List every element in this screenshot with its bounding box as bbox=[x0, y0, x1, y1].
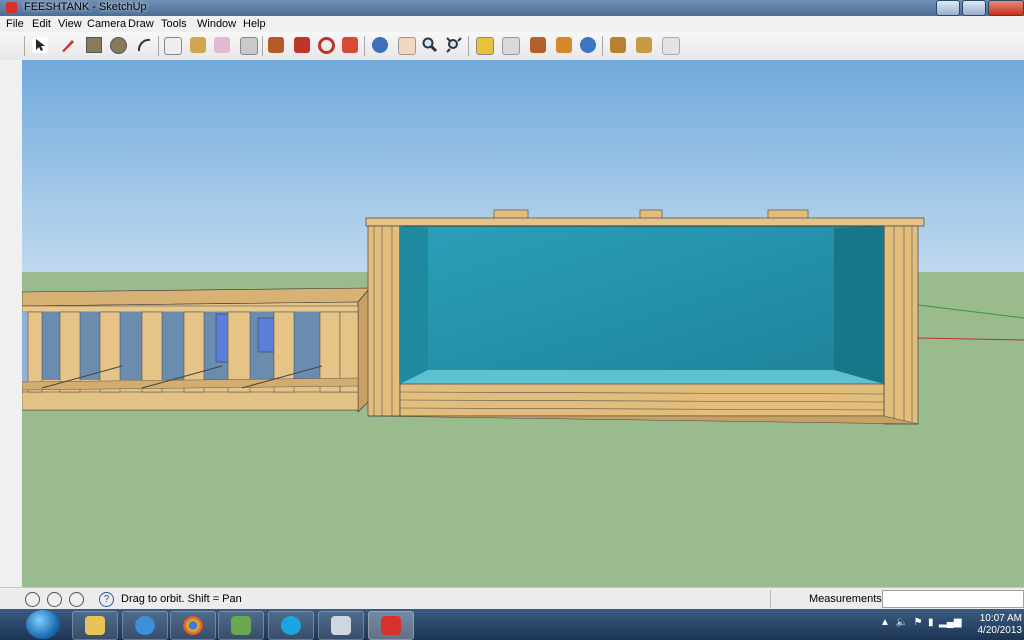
sketchup-icon[interactable] bbox=[368, 611, 414, 640]
pencil-icon[interactable] bbox=[60, 37, 76, 53]
window-controls bbox=[936, 0, 1024, 16]
paint-bucket-icon[interactable] bbox=[190, 37, 206, 53]
measurements-label: Measurements bbox=[809, 593, 882, 605]
clock-date: 4/20/2013 bbox=[977, 625, 1023, 636]
status-message: Drag to orbit. Shift = Pan bbox=[121, 593, 242, 605]
menu-file[interactable]: File bbox=[6, 18, 24, 30]
measurements-input[interactable] bbox=[882, 590, 1024, 608]
windows-taskbar: ▲ 🔈 ⚑ ▮ ▂▄▆ 10:07 AM 4/20/2013 bbox=[0, 609, 1024, 640]
people-icon[interactable] bbox=[218, 611, 264, 640]
select-icon[interactable] bbox=[32, 37, 48, 53]
status-bar: ? Drag to orbit. Shift = Pan Measurement… bbox=[0, 587, 1024, 610]
status-divider bbox=[770, 590, 771, 608]
rectangle-icon[interactable] bbox=[86, 37, 102, 53]
previous-view-icon[interactable] bbox=[502, 37, 520, 55]
offset-icon[interactable] bbox=[342, 37, 358, 53]
close-button[interactable] bbox=[988, 0, 1024, 16]
geo-location-icon[interactable] bbox=[25, 592, 40, 607]
toolbar-separator bbox=[24, 36, 25, 56]
sketchup-app-icon bbox=[6, 2, 17, 13]
menu-help[interactable]: Help bbox=[243, 18, 266, 30]
toolbar bbox=[0, 32, 1024, 61]
orbit-icon[interactable] bbox=[372, 37, 388, 53]
toolbar-separator bbox=[602, 36, 603, 56]
start-button[interactable] bbox=[26, 610, 60, 639]
arc-icon[interactable] bbox=[136, 37, 152, 53]
window-title: FEESHTANK - SketchUp bbox=[24, 1, 147, 13]
position-camera-icon[interactable] bbox=[556, 37, 572, 53]
stand-frame bbox=[22, 287, 371, 413]
scene-canvas[interactable] bbox=[22, 60, 1024, 587]
paint-icon[interactable] bbox=[318, 611, 364, 640]
menu-view[interactable]: View bbox=[58, 18, 82, 30]
chrome-icon[interactable] bbox=[170, 611, 216, 640]
left-panel-strip bbox=[0, 60, 22, 587]
maximize-button[interactable] bbox=[962, 0, 986, 16]
fish-tank bbox=[365, 209, 925, 425]
move-icon[interactable] bbox=[294, 37, 310, 53]
system-tray[interactable]: ▲ 🔈 ⚑ ▮ ▂▄▆ bbox=[880, 617, 962, 628]
menu-camera[interactable]: Camera bbox=[87, 18, 126, 30]
user-icon[interactable] bbox=[69, 592, 84, 607]
toolbar-separator bbox=[468, 36, 469, 56]
look-around-icon[interactable] bbox=[580, 37, 596, 53]
menu-window[interactable]: Window bbox=[197, 18, 236, 30]
get-models-icon[interactable] bbox=[610, 37, 626, 53]
help-icon[interactable]: ? bbox=[99, 592, 114, 607]
toolbar-separator bbox=[158, 36, 159, 56]
credits-icon[interactable] bbox=[47, 592, 62, 607]
menu-draw[interactable]: Draw bbox=[128, 18, 154, 30]
make-component-icon[interactable] bbox=[164, 37, 182, 55]
menu-edit[interactable]: Edit bbox=[32, 18, 51, 30]
clock-time: 10:07 AM bbox=[979, 613, 1022, 624]
eraser-icon[interactable] bbox=[214, 37, 230, 53]
get-components-icon[interactable] bbox=[662, 37, 680, 55]
internet-explorer-icon[interactable] bbox=[122, 611, 168, 640]
clock[interactable]: 10:07 AM 4/20/2013 bbox=[978, 613, 1023, 637]
circle-icon[interactable] bbox=[110, 37, 127, 54]
pan-icon[interactable] bbox=[398, 37, 416, 55]
modeling-viewport[interactable] bbox=[22, 60, 1024, 587]
share-model-icon[interactable] bbox=[636, 37, 652, 53]
section-plane-icon[interactable] bbox=[476, 37, 494, 55]
menu-tools[interactable]: Tools bbox=[161, 18, 187, 30]
walk-icon[interactable] bbox=[530, 37, 546, 53]
menu-bar: File Edit View Camera Draw Tools Window … bbox=[0, 16, 1024, 32]
toolbar-separator bbox=[364, 36, 365, 56]
windows-explorer-icon[interactable] bbox=[72, 611, 118, 640]
title-bar: FEESHTANK - SketchUp bbox=[0, 0, 1024, 16]
zoom-extents-icon[interactable] bbox=[446, 37, 462, 53]
water bbox=[399, 225, 885, 385]
skype-icon[interactable] bbox=[268, 611, 314, 640]
toolbar-separator bbox=[262, 36, 263, 56]
push-pull-icon[interactable] bbox=[268, 37, 284, 53]
minimize-button[interactable] bbox=[936, 0, 960, 16]
rotate-icon[interactable] bbox=[318, 37, 335, 54]
zoom-icon[interactable] bbox=[422, 37, 438, 53]
tape-measure-icon[interactable] bbox=[240, 37, 258, 55]
